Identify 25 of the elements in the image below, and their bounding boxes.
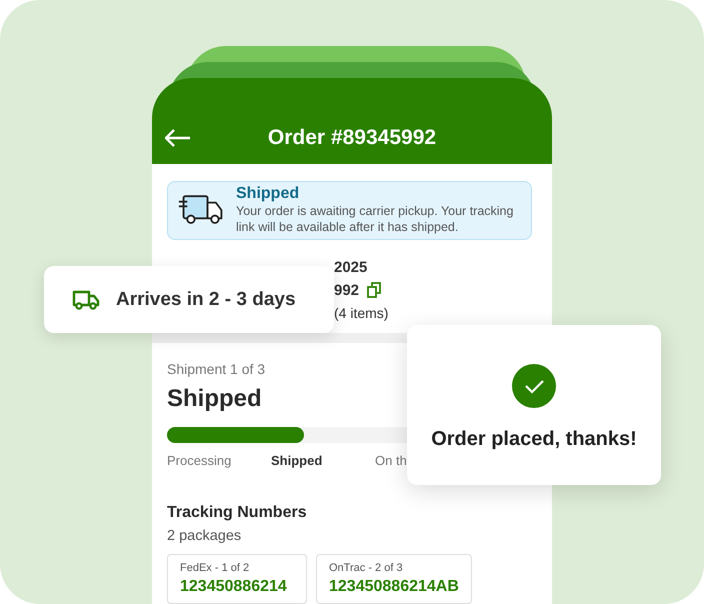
- progress-step: Processing: [167, 453, 271, 468]
- tracking-title: Tracking Numbers: [167, 504, 308, 522]
- order-detail: 2025: [334, 258, 368, 276]
- shipment-status: Shipped: [167, 385, 263, 413]
- package-count: 2 packages: [167, 528, 242, 544]
- truck-icon: [72, 290, 100, 310]
- carrier-label: OnTrac - 2 of 3: [329, 562, 404, 574]
- tracking-number[interactable]: 123450886214: [180, 578, 294, 596]
- progress-step: On th: [375, 453, 479, 468]
- status-title: Shipped: [236, 185, 300, 204]
- copy-icon[interactable]: [367, 282, 382, 298]
- order-detail: 992: [334, 282, 360, 299]
- package-card[interactable]: FedEx - 1 of 2 123450886214: [167, 554, 307, 604]
- order-title: Order #89345992: [268, 126, 436, 150]
- order-detail: (4 items): [334, 305, 388, 322]
- tracking-number[interactable]: 123450886214AB: [329, 578, 459, 596]
- shipment-counter: Shipment 1 of 3: [167, 361, 266, 377]
- check-icon: [512, 364, 556, 408]
- progress-step: Shipped: [271, 453, 375, 468]
- status-message: Your order is awaiting carrier pickup. Your tracking link will be available after it has shipped.: [236, 203, 514, 236]
- package-card[interactable]: OnTrac - 2 of 3 123450886214AB: [316, 554, 472, 604]
- arrival-estimate: Arrives in 2 - 3 days: [116, 288, 296, 310]
- carrier-label: FedEx - 1 of 2: [180, 562, 250, 574]
- back-arrow-icon[interactable]: [165, 129, 191, 147]
- confirmation-message: Order placed, thanks!: [431, 428, 637, 450]
